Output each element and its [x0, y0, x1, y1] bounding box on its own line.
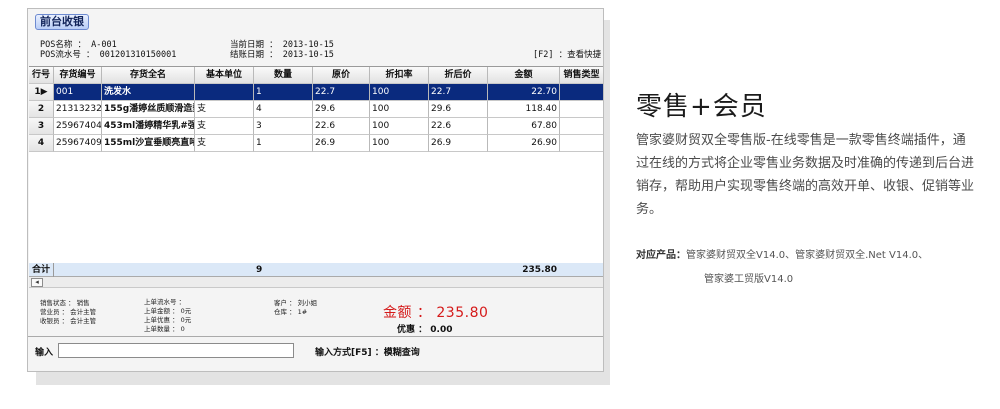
promo-title: 零售+会员	[636, 92, 767, 122]
table-row[interactable]: 4 25967409 155ml沙宣垂顺亮直啫 支 1 26.9 100 26.…	[29, 135, 603, 152]
account-date-info: 结账日期 ： 2013-10-15	[230, 50, 334, 61]
page: 前台收银 POS名称 ： A-001 POS流水号 ： 001201310150…	[0, 0, 1000, 409]
warehouse: 仓库 ： 1#	[274, 308, 308, 316]
row-number: 4	[29, 135, 54, 152]
col-header-row-no[interactable]: 行号	[29, 67, 54, 84]
salesperson: 营业员 ： 会计主管	[40, 308, 97, 316]
cell-name[interactable]: 洗发水	[102, 84, 195, 101]
cell-qty[interactable]: 4	[254, 101, 313, 118]
front-cashier-button[interactable]: 前台收银	[35, 14, 89, 30]
col-header-code[interactable]: 存货编号	[54, 67, 102, 84]
col-header-price[interactable]: 原价	[313, 67, 370, 84]
cell-unit[interactable]	[195, 84, 254, 101]
col-header-qty[interactable]: 数量	[254, 67, 313, 84]
cell-code[interactable]: 25967409	[54, 135, 102, 152]
discount-display: 优惠 ： 0.00	[397, 325, 453, 335]
barcode-input[interactable]	[58, 343, 294, 358]
total-row: 合计 9 235.80	[29, 263, 603, 277]
promo-products: 对应产品：管家婆财贸双全V14.0、管家婆财贸双全.Net V14.0、 管家婆…	[636, 244, 986, 292]
cell-discount-price[interactable]: 26.9	[429, 135, 488, 152]
cell-rate[interactable]: 100	[370, 135, 429, 152]
cell-unit[interactable]: 支	[195, 118, 254, 135]
products-label: 对应产品：	[636, 250, 686, 261]
table-row[interactable]: 1▶ 001 洗发水 1 22.7 100 22.7 22.70	[29, 84, 603, 101]
col-header-rate[interactable]: 折扣率	[370, 67, 429, 84]
cell-price[interactable]: 22.6	[313, 118, 370, 135]
sale-state: 销售状态 ： 销售	[40, 299, 90, 307]
last-amount: 上单金额 ： 0元	[144, 307, 192, 315]
pos-name-label: POS名称 ：	[40, 40, 86, 50]
pos-serial-info: POS流水号 ： 001201310150001	[40, 50, 176, 61]
cell-price[interactable]: 29.6	[313, 101, 370, 118]
last-qty: 上单数量 ： 0	[144, 325, 185, 333]
cashier: 收银员 ： 会计主管	[40, 317, 97, 325]
horizontal-scrollbar[interactable]: ◂	[29, 277, 603, 288]
input-row: 输入 输入方式[F5] ：模糊查询	[28, 337, 603, 371]
col-header-sale-type[interactable]: 销售类型	[560, 67, 603, 84]
cell-unit[interactable]: 支	[195, 135, 254, 152]
cell-discount-price[interactable]: 22.7	[429, 84, 488, 101]
pos-name-value: A-001	[91, 40, 117, 50]
status-panel: 销售状态 ： 销售 营业员 ： 会计主管 收银员 ： 会计主管 上单流水号 ： …	[28, 288, 603, 337]
cell-qty[interactable]: 3	[254, 118, 313, 135]
cell-rate[interactable]: 100	[370, 101, 429, 118]
row-number: 1▶	[29, 84, 54, 101]
cell-amount[interactable]: 22.70	[488, 84, 560, 101]
table-row[interactable]: 3 25967404 453ml潘婷精华乳#强韧 支 3 22.6 100 22…	[29, 118, 603, 135]
input-label: 输入	[35, 348, 54, 358]
cell-code[interactable]: 21313232	[54, 101, 102, 118]
cell-rate[interactable]: 100	[370, 84, 429, 101]
row-number: 3	[29, 118, 54, 135]
products-line-2: 管家婆工贸版V14.0	[704, 274, 794, 285]
cell-sale-type[interactable]	[560, 84, 603, 101]
total-amount-display: 金额 ： 235.80	[383, 305, 489, 321]
col-header-name[interactable]: 存货全名	[102, 67, 195, 84]
cell-amount[interactable]: 26.90	[488, 135, 560, 152]
pos-window: 前台收银 POS名称 ： A-001 POS流水号 ： 001201310150…	[27, 8, 604, 372]
cell-unit[interactable]: 支	[195, 101, 254, 118]
promo-body: 管家婆财贸双全零售版-在线零售是一款零售终端插件，通过在线的方式将企业零售业务数…	[636, 133, 975, 217]
last-discount: 上单优惠 ： 0元	[144, 316, 192, 324]
cell-name[interactable]: 155ml沙宣垂顺亮直啫	[102, 135, 195, 152]
col-header-unit[interactable]: 基本单位	[195, 67, 254, 84]
customer: 客户 ： 刘小姐	[274, 299, 318, 307]
total-amount: 235.80	[522, 265, 557, 275]
products-line-1: 管家婆财贸双全V14.0、管家婆财贸双全.Net V14.0、	[686, 250, 929, 261]
cell-price[interactable]: 26.9	[313, 135, 370, 152]
total-label: 合计	[32, 265, 51, 275]
scroll-left-button[interactable]: ◂	[31, 278, 43, 287]
pos-serial-value: 001201310150001	[99, 50, 177, 60]
col-header-discount-price[interactable]: 折后价	[429, 67, 488, 84]
cell-name[interactable]: 453ml潘婷精华乳#强韧	[102, 118, 195, 135]
cell-code[interactable]: 25967404	[54, 118, 102, 135]
total-qty: 9	[256, 265, 263, 275]
last-serial: 上单流水号 ：	[144, 298, 186, 306]
current-date-value: 2013-10-15	[282, 40, 334, 50]
cell-rate[interactable]: 100	[370, 118, 429, 135]
cell-qty[interactable]: 1	[254, 135, 313, 152]
input-mode[interactable]: 输入方式[F5] ：模糊查询	[315, 345, 420, 358]
grid-header-row: 行号 存货编号 存货全名 基本单位 数量 原价 折扣率 折后价 金额 销售类型	[29, 67, 603, 84]
pos-serial-label: POS流水号 ：	[40, 50, 95, 60]
cell-discount-price[interactable]: 29.6	[429, 101, 488, 118]
cell-discount-price[interactable]: 22.6	[429, 118, 488, 135]
cell-sale-type[interactable]	[560, 101, 603, 118]
total-divider	[53, 263, 54, 277]
account-date-label: 结账日期 ：	[230, 50, 278, 60]
shortcut-hint: [F2] ：查看快捷	[533, 50, 602, 60]
current-date-label: 当前日期 ：	[230, 40, 278, 50]
cell-sale-type[interactable]	[560, 118, 603, 135]
table-row[interactable]: 2 21313232 155g潘婷丝质顺滑造型 支 4 29.6 100 29.…	[29, 101, 603, 118]
account-date-value: 2013-10-15	[282, 50, 334, 60]
cell-amount[interactable]: 67.80	[488, 118, 560, 135]
row-number: 2	[29, 101, 54, 118]
cell-price[interactable]: 22.7	[313, 84, 370, 101]
cell-qty[interactable]: 1	[254, 84, 313, 101]
col-header-amount[interactable]: 金额	[488, 67, 560, 84]
sales-grid[interactable]: 行号 存货编号 存货全名 基本单位 数量 原价 折扣率 折后价 金额 销售类型 …	[29, 66, 603, 264]
cell-amount[interactable]: 118.40	[488, 101, 560, 118]
cell-sale-type[interactable]	[560, 135, 603, 152]
cell-code[interactable]: 001	[54, 84, 102, 101]
cell-name[interactable]: 155g潘婷丝质顺滑造型	[102, 101, 195, 118]
